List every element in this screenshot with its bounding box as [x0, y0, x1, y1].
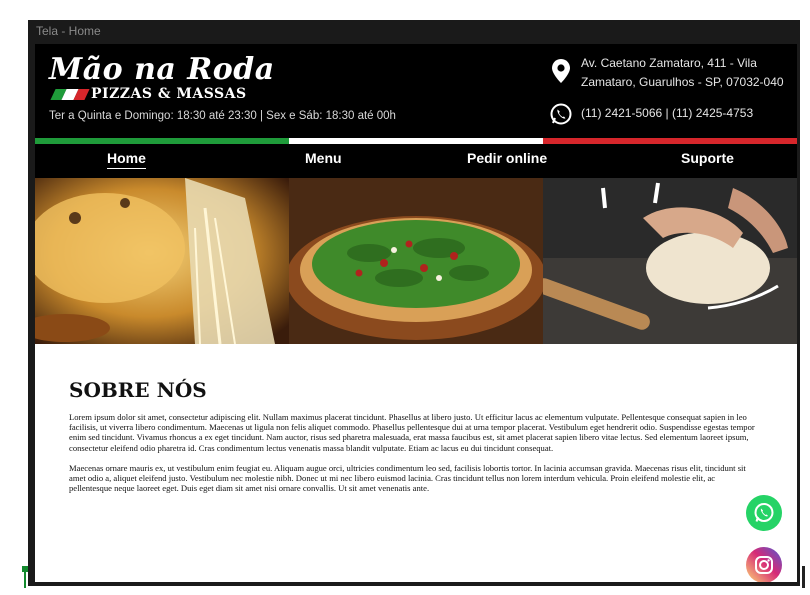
about-paragraph-2: Maecenas ornare mauris ex, ut vestibulum… [69, 462, 746, 494]
nav-menu[interactable]: Menu [305, 150, 342, 166]
phone-numbers: (11) 2421-5066 | (11) 2425-4753 [581, 106, 754, 120]
dough-kneading-image [543, 178, 797, 344]
italy-flag-icon [50, 89, 90, 100]
nav-home[interactable]: Home [107, 150, 146, 169]
browser-frame: Tela - Home Mão na Roda PIZZAS & MASSAS … [28, 20, 800, 586]
site-header: Mão na Roda PIZZAS & MASSAS Ter a Quinta… [35, 44, 797, 138]
main-nav: Home Menu Pedir online Suporte [35, 144, 797, 178]
brand-tagline: PIZZAS & MASSAS [91, 86, 247, 102]
arugula-pizza-image [289, 178, 543, 344]
brand-logo-name[interactable]: Mão na Roda [49, 52, 275, 87]
instagram-icon [755, 556, 773, 574]
hero-gallery [35, 178, 797, 344]
map-pin-icon [552, 59, 570, 83]
about-paragraph-1: Lorem ipsum dolor sit amet, consectetur … [69, 412, 755, 453]
address-line-2: Zamataro, Guarulhos - SP, 07032-040 [581, 75, 784, 89]
page-canvas: Mão na Roda PIZZAS & MASSAS Ter a Quinta… [35, 44, 797, 582]
about-title: SOBRE NÓS [69, 378, 207, 402]
resize-handle-right[interactable] [802, 566, 805, 588]
nav-pedir-online[interactable]: Pedir online [467, 150, 547, 166]
resize-handle-dot[interactable] [22, 566, 28, 572]
opening-hours: Ter a Quinta e Domingo: 18:30 até 23:30 … [49, 110, 396, 122]
instagram-button[interactable] [746, 547, 782, 582]
address-line-1: Av. Caetano Zamataro, 411 - Vila [581, 56, 757, 70]
cheese-pizza-image [35, 178, 289, 344]
whatsapp-button[interactable] [746, 495, 782, 531]
address: Av. Caetano Zamataro, 411 - Vila Zamatar… [581, 54, 797, 92]
window-title: Tela - Home [36, 24, 101, 38]
about-section: SOBRE NÓS Lorem ipsum dolor sit amet, co… [69, 378, 755, 503]
nav-suporte[interactable]: Suporte [681, 150, 734, 166]
whatsapp-icon [754, 503, 774, 522]
whatsapp-phone-icon [550, 103, 572, 125]
